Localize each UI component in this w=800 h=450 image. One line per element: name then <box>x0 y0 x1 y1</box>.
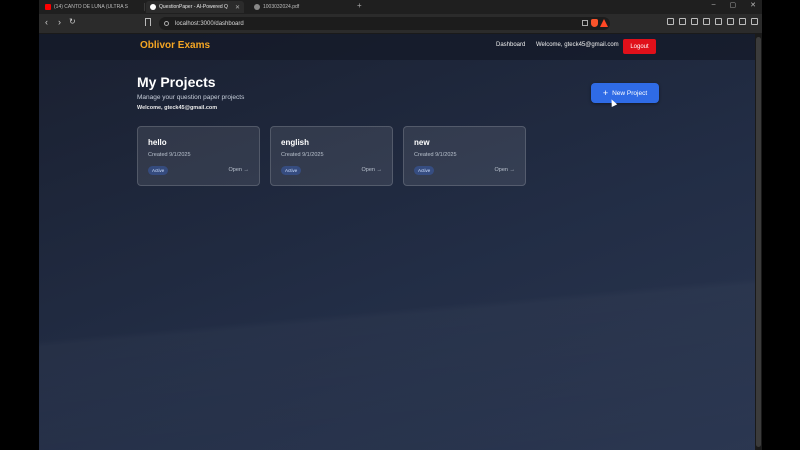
minimize-button[interactable]: – <box>712 1 716 9</box>
reload-icon[interactable]: ↻ <box>69 17 76 26</box>
browser-window: (14) CANTO DE LUNA (ULTRA S QuestionPape… <box>39 0 762 450</box>
globe-icon <box>254 4 260 10</box>
open-project-link[interactable]: Open → <box>229 167 249 173</box>
project-card[interactable]: hello Created 9/1/2025 Active Open → <box>137 126 260 186</box>
scrollbar-thumb[interactable] <box>756 37 761 447</box>
brave-rewards-icon[interactable] <box>600 19 608 27</box>
page-content: Oblivor Exams Dashboard Welcome, gteck45… <box>39 34 755 450</box>
tab-label: (14) CANTO DE LUNA (ULTRA S <box>54 4 128 10</box>
status-badge: Active <box>281 166 302 175</box>
nav-dashboard-link[interactable]: Dashboard <box>496 42 525 48</box>
browser-toolbar: ‹ › ↻ localhost:3000/dashboard <box>39 14 762 34</box>
address-bar[interactable]: localhost:3000/dashboard <box>159 17 610 30</box>
app-navbar: Oblivor Exams Dashboard Welcome, gteck45… <box>39 34 755 60</box>
music-icon[interactable] <box>691 18 698 25</box>
brand-logo[interactable]: Oblivor Exams <box>140 40 210 51</box>
toolbar-icons <box>667 18 758 25</box>
address-text[interactable]: localhost:3000/dashboard <box>175 21 244 27</box>
youtube-icon <box>45 4 51 10</box>
project-created-date: Created 9/1/2025 <box>281 152 324 158</box>
page-subtitle: Manage your question paper projects <box>137 94 245 101</box>
welcome-text: Welcome, gteck45@gmail.com <box>137 105 218 111</box>
tab-label: QuestionPaper - AI-Powered Q <box>159 4 228 10</box>
bookmark-icon[interactable] <box>145 18 151 26</box>
wallet-icon[interactable] <box>715 18 722 25</box>
close-tab-icon[interactable]: ✕ <box>235 4 240 11</box>
forward-arrow-icon[interactable]: › <box>58 17 61 27</box>
logout-button[interactable]: Logout <box>623 39 656 54</box>
open-project-link[interactable]: Open → <box>495 167 515 173</box>
project-name: english <box>281 138 310 147</box>
maximize-button[interactable]: ▢ <box>730 1 737 9</box>
new-project-label: New Project <box>612 89 648 97</box>
brave-shields-icon[interactable] <box>591 19 598 27</box>
page-title: My Projects <box>137 74 216 90</box>
project-name: hello <box>148 138 167 147</box>
letterbox-left <box>0 0 39 450</box>
close-window-button[interactable]: ✕ <box>750 1 756 9</box>
nav-welcome-text: Welcome, gteck45@gmail.com <box>536 42 619 48</box>
tab-youtube[interactable]: (14) CANTO DE LUNA (ULTRA S <box>41 1 141 13</box>
status-badge: Active <box>414 166 435 175</box>
project-card[interactable]: new Created 9/1/2025 Active Open → <box>403 126 526 186</box>
back-arrow-icon[interactable]: ‹ <box>45 17 48 27</box>
tab-pdf[interactable]: 1003032024.pdf <box>250 1 350 13</box>
project-name: new <box>414 138 430 147</box>
new-tab-button[interactable]: + <box>357 1 362 10</box>
status-badge: Active <box>148 166 169 175</box>
menu-icon[interactable] <box>751 18 758 25</box>
extensions-icon[interactable] <box>667 18 674 25</box>
project-card[interactable]: english Created 9/1/2025 Active Open → <box>270 126 393 186</box>
project-created-date: Created 9/1/2025 <box>414 152 457 158</box>
open-project-link[interactable]: Open → <box>362 167 382 173</box>
project-created-date: Created 9/1/2025 <box>148 152 191 158</box>
plus-icon: + <box>602 87 609 98</box>
new-project-button[interactable]: + New Project <box>591 83 659 103</box>
site-info-icon[interactable] <box>164 21 169 26</box>
tab-strip: (14) CANTO DE LUNA (ULTRA S QuestionPape… <box>39 0 762 14</box>
tab-questionpaper[interactable]: QuestionPaper - AI-Powered Q ✕ <box>146 1 244 13</box>
window-controls: – ▢ ✕ <box>712 1 756 9</box>
letterbox-right <box>762 0 800 450</box>
sidebar-icon[interactable] <box>703 18 710 25</box>
page-scrollbar[interactable] <box>755 34 762 450</box>
vpn-icon[interactable] <box>739 18 746 25</box>
share-icon[interactable] <box>582 20 588 26</box>
site-icon <box>150 4 156 10</box>
tab-label: 1003032024.pdf <box>263 4 300 10</box>
leo-ai-icon[interactable] <box>727 18 734 25</box>
screenshot-icon[interactable] <box>679 18 686 25</box>
